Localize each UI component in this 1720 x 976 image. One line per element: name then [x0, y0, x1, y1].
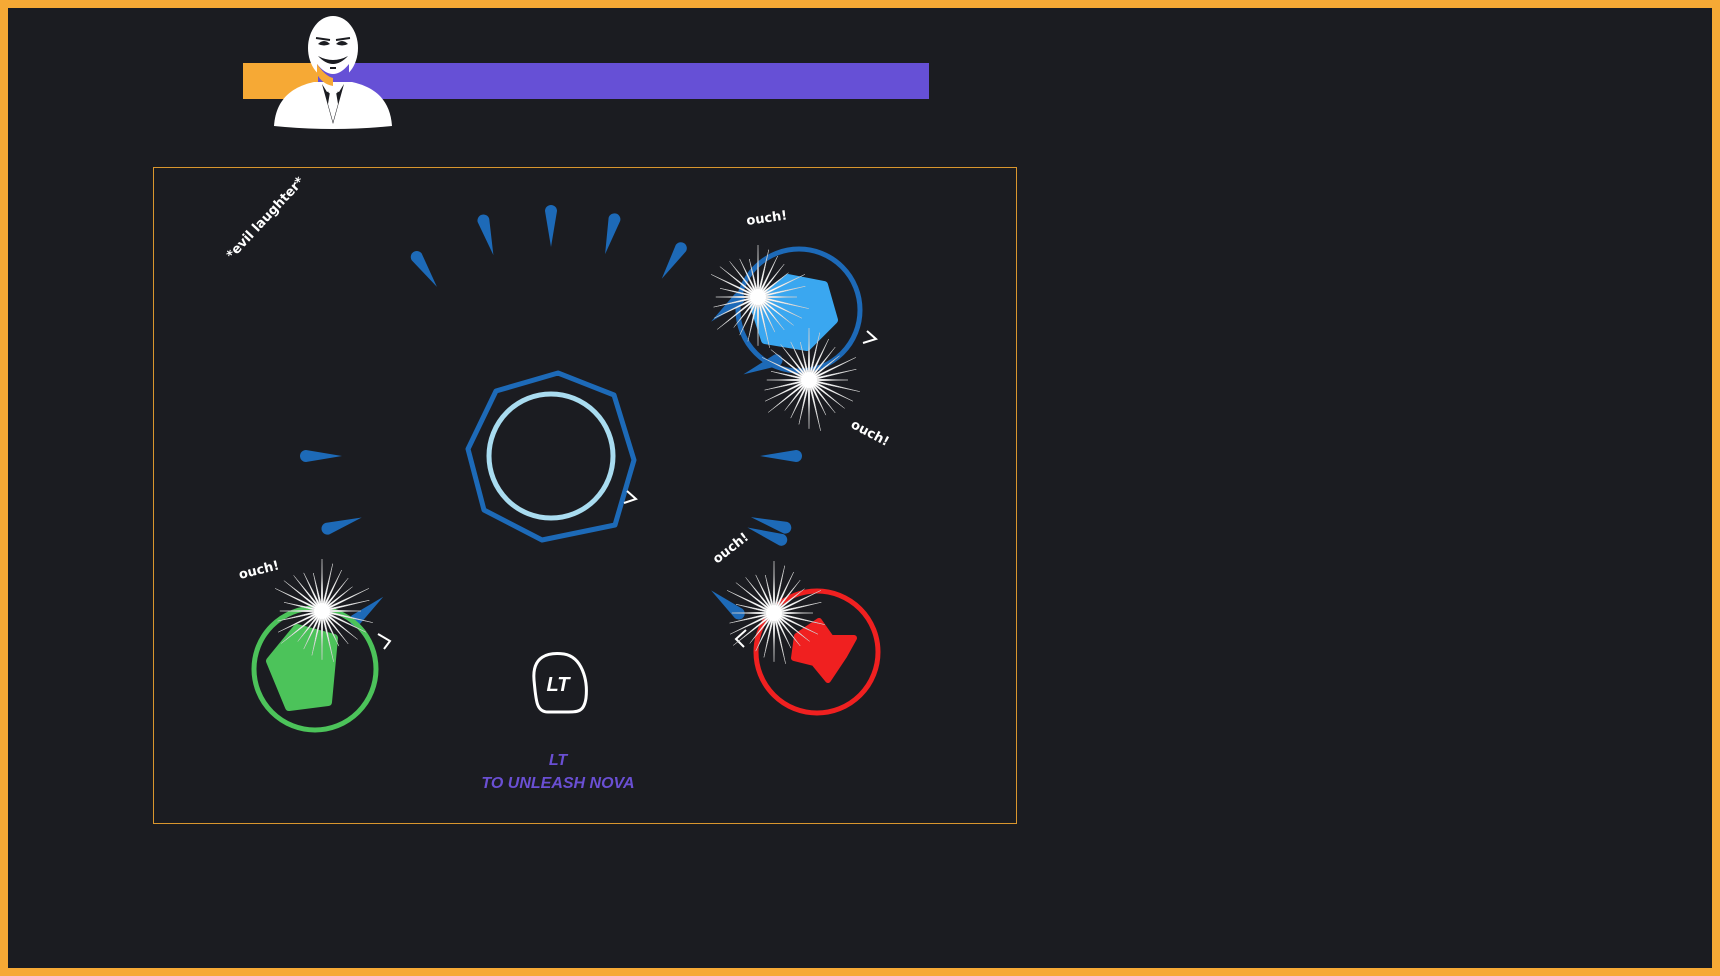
- aim-caret-icon: [862, 330, 878, 344]
- nova-core: [465, 370, 638, 543]
- game-arena: *evil laughter* ouch! ouch! ouch! ouch! …: [153, 167, 1017, 824]
- nova-spike: [661, 242, 687, 279]
- nova-spike: [545, 205, 557, 247]
- nova-spike: [605, 213, 621, 255]
- controller-prompt: LT LT TO UNLEASH NOVA: [481, 652, 635, 792]
- lt-trigger-glyph: LT: [547, 674, 572, 696]
- nova-spike: [477, 214, 494, 256]
- prompt-action-label: TO UNLEASH NOVA: [481, 775, 634, 792]
- hit-label: ouch!: [848, 417, 891, 450]
- nova-spike-ring: [300, 205, 802, 626]
- nova-inner-ring: [486, 391, 616, 521]
- aim-caret-icon: [734, 629, 747, 648]
- hit-label: ouch!: [710, 530, 752, 567]
- aim-caret-icon: [377, 633, 392, 650]
- player-green-pentagon: [266, 624, 338, 711]
- prompt-key-label: LT: [549, 752, 569, 769]
- nova-spike: [410, 251, 437, 287]
- nova-spike: [321, 517, 362, 535]
- nova-spike: [300, 450, 342, 462]
- nova-octagon-ring: [465, 370, 637, 543]
- boss-hud: [0, 0, 1720, 160]
- boss-taunt-text: *evil laughter*: [224, 174, 308, 262]
- player-red-star: [791, 618, 857, 683]
- hit-label: ouch!: [745, 208, 788, 229]
- hit-label: ouch!: [237, 558, 280, 582]
- nova-spike: [760, 450, 802, 462]
